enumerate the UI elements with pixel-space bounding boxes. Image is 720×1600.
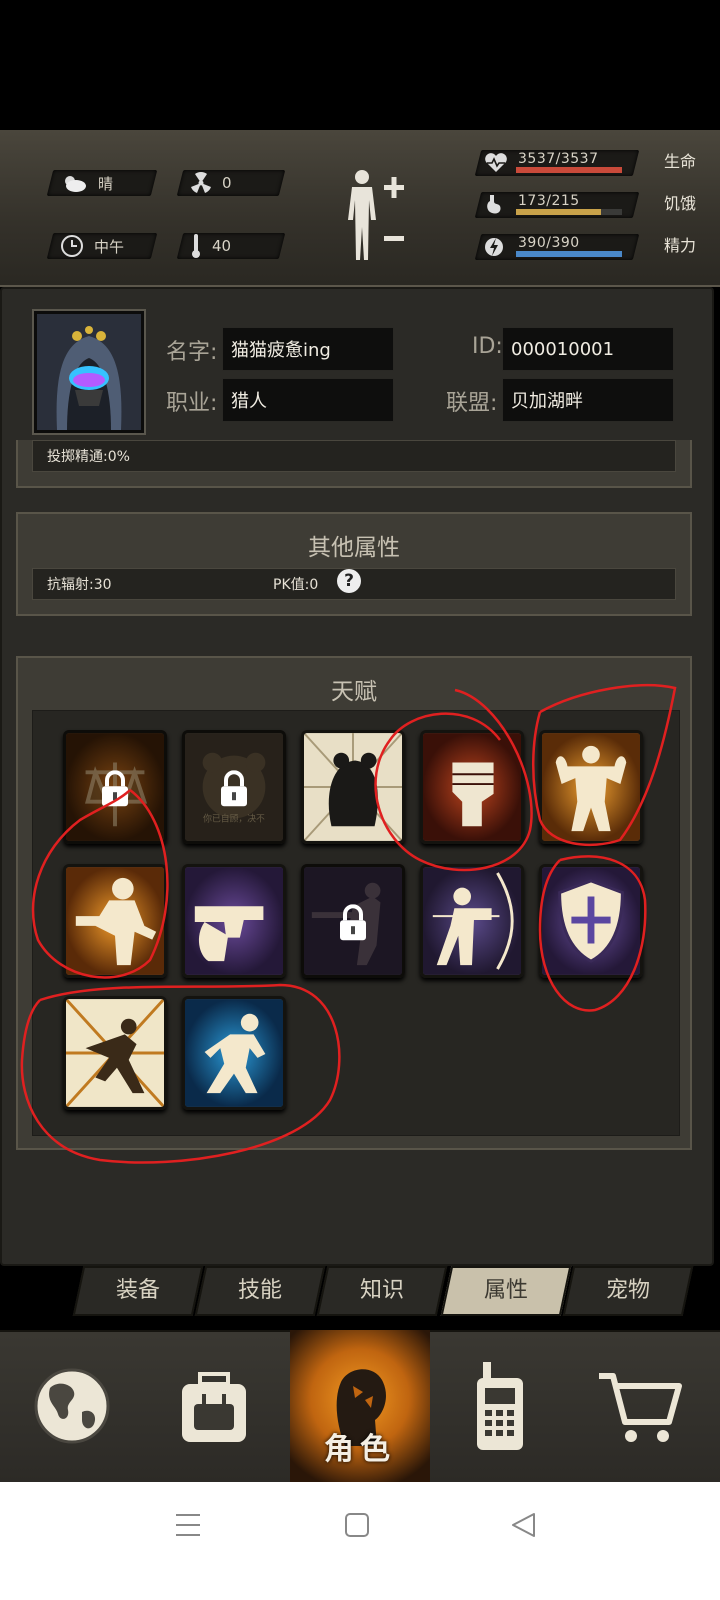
name-label: 名字: — [166, 340, 218, 365]
lock-icon — [99, 770, 131, 812]
talent-bear-fight[interactable] — [301, 730, 405, 844]
weather-text: 晴 — [98, 174, 114, 193]
tab-pets[interactable]: 宠物 — [562, 1266, 694, 1316]
pk-value-text: PK值:0 — [273, 577, 319, 593]
temperature-pill: 40 — [176, 233, 286, 259]
temperature-value: 40 — [212, 237, 232, 255]
time-pill: 中午 — [46, 233, 158, 259]
nav-backpack[interactable] — [144, 1330, 284, 1482]
energy-bar — [516, 251, 622, 257]
id-label: ID: — [472, 334, 503, 359]
lock-icon — [337, 904, 369, 946]
nav-character-label: 角色 — [324, 1432, 396, 1467]
nav-shop[interactable] — [570, 1330, 710, 1482]
name-field: 猫猫疲惫ing — [222, 327, 394, 371]
cart-icon — [599, 1373, 682, 1442]
nav-radio[interactable] — [430, 1330, 570, 1482]
other-attributes-section: 其他属性 抗辐射:30 PK值:0 ? — [16, 512, 692, 616]
radiation-icon — [190, 172, 212, 194]
nav-world[interactable] — [2, 1330, 142, 1482]
alliance-field: 贝加湖畔 — [502, 378, 674, 422]
back-icon[interactable] — [510, 1512, 536, 1542]
tab-knowledge[interactable]: 知识 — [316, 1266, 448, 1316]
alliance-label: 联盟: — [446, 391, 498, 416]
avatar[interactable] — [34, 311, 144, 433]
hunger-bar — [516, 209, 622, 215]
status-bar: 晴 0 中午 40 3537/3537 生命 173/215 饥饿 390/39… — [0, 130, 720, 287]
radio-icon — [477, 1362, 523, 1450]
time-text: 中午 — [94, 237, 125, 256]
clock-icon — [60, 234, 84, 258]
energy-value: 390/390 — [518, 235, 580, 251]
radiation-pill: 0 — [176, 170, 286, 196]
talent-shield[interactable] — [539, 864, 643, 978]
id-field: 000010001 — [502, 327, 674, 371]
talents-title: 天赋 — [331, 679, 377, 705]
nav-character[interactable]: 角色 — [290, 1330, 430, 1482]
talent-muscle[interactable] — [539, 730, 643, 844]
backpack-icon — [182, 1372, 246, 1442]
system-nav-bar — [0, 1482, 720, 1600]
thermometer-icon — [190, 233, 202, 259]
globe-icon — [34, 1368, 110, 1444]
tab-attributes[interactable]: 属性 — [440, 1266, 572, 1316]
talent-crouch[interactable] — [182, 996, 286, 1110]
talent-dodge[interactable] — [63, 996, 167, 1110]
body-status-button[interactable] — [340, 165, 410, 265]
weather-pill: 晴 — [46, 170, 158, 196]
health-value: 3537/3537 — [518, 151, 599, 167]
talent-archer[interactable] — [420, 864, 524, 978]
tab-equipment[interactable]: 装备 — [72, 1266, 204, 1316]
radiation-value: 0 — [222, 174, 232, 192]
health-bar — [516, 167, 622, 173]
home-icon[interactable] — [344, 1512, 370, 1542]
job-label: 职业: — [166, 391, 218, 416]
other-attributes-title: 其他属性 — [308, 535, 400, 561]
tab-skills[interactable]: 技能 — [194, 1266, 326, 1316]
lock-icon — [218, 770, 250, 812]
job-field: 猎人 — [222, 378, 394, 422]
health-label: 生命 — [663, 152, 696, 171]
radiation-resist-text: 抗辐射:30 — [47, 577, 112, 593]
hunger-label: 饥饿 — [663, 194, 696, 213]
talent-fist[interactable] — [420, 730, 524, 844]
talent-boxer[interactable] — [63, 864, 167, 978]
energy-label: 精力 — [663, 236, 696, 255]
hunger-value: 173/215 — [518, 193, 580, 209]
combat-attributes-section: 投掷精通:0% — [16, 440, 692, 488]
menu-icon[interactable] — [174, 1512, 202, 1542]
throw-mastery-text: 投掷精通:0% — [47, 449, 130, 465]
question-icon[interactable]: ? — [337, 569, 361, 593]
body-figure-icon — [348, 170, 404, 260]
cloud-sun-icon — [60, 173, 88, 193]
talent-pistol[interactable] — [182, 864, 286, 978]
